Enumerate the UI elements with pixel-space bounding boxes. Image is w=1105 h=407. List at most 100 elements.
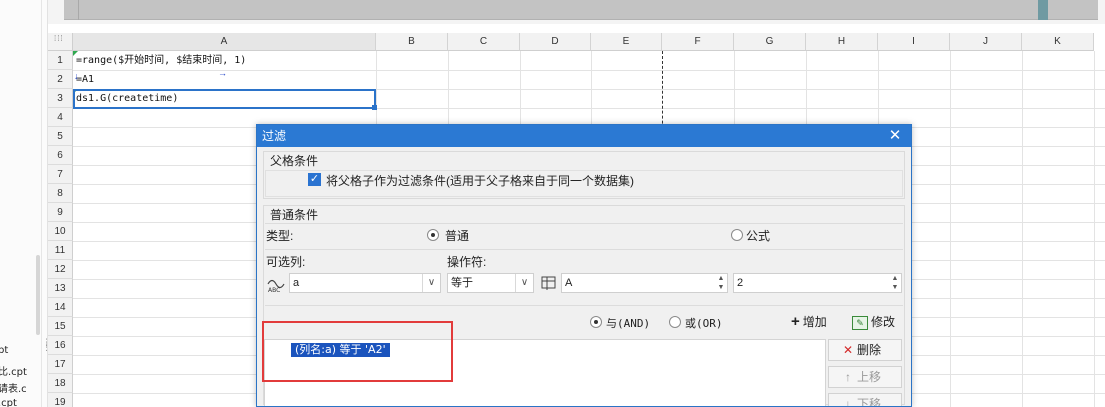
row-header[interactable]: 9 bbox=[48, 203, 73, 222]
add-button[interactable]: + 增加 bbox=[791, 311, 827, 333]
arrow-down-icon: ↓ bbox=[845, 397, 851, 407]
column-header-e[interactable]: E bbox=[591, 33, 662, 51]
expand-right-icon: → bbox=[218, 68, 227, 78]
column-header-a[interactable]: A bbox=[73, 33, 376, 51]
svg-text:ABC: ABC bbox=[268, 287, 280, 293]
expand-down-icon: ↓ bbox=[74, 71, 79, 81]
move-up-button[interactable]: ↑ 上移 bbox=[828, 366, 902, 388]
select-all-corner[interactable]: ⁞⁞⁞ bbox=[48, 33, 73, 51]
column-header-f[interactable]: F bbox=[662, 33, 734, 51]
move-down-button[interactable]: ↓ 下移 bbox=[828, 393, 902, 407]
column-header-d[interactable]: D bbox=[520, 33, 591, 51]
column-label: 可选列: bbox=[266, 255, 306, 269]
row-header[interactable]: 16 bbox=[48, 336, 73, 355]
row-header[interactable]: 18 bbox=[48, 374, 73, 393]
row-header[interactable]: 4 bbox=[48, 108, 73, 127]
editor-top-area bbox=[64, 0, 1098, 20]
dialog-title-bar[interactable]: 过滤 bbox=[257, 125, 911, 147]
type-normal-label[interactable]: 普通 bbox=[445, 227, 469, 244]
type-formula-label[interactable]: 公式 bbox=[746, 227, 770, 244]
plus-icon: + bbox=[791, 313, 800, 330]
grid-line bbox=[1022, 51, 1023, 407]
delete-button[interactable]: ✕ 删除 bbox=[828, 339, 902, 361]
column-select[interactable]: a ∨ bbox=[289, 273, 441, 293]
row-header[interactable]: 6 bbox=[48, 146, 73, 165]
row-header[interactable]: 14 bbox=[48, 298, 73, 317]
normal-condition-title: 普通条件 bbox=[270, 208, 319, 222]
spin-down-icon[interactable]: ▼ bbox=[889, 283, 901, 292]
logic-and-label[interactable]: 与(AND) bbox=[606, 315, 650, 331]
column-header-j[interactable]: J bbox=[950, 33, 1022, 51]
value-text-field[interactable]: A ▲ ▼ bbox=[561, 273, 728, 293]
close-icon[interactable]: ✕ bbox=[887, 127, 903, 145]
file-tree-item[interactable]: .cpt bbox=[0, 398, 17, 407]
type-label: 类型: bbox=[266, 229, 294, 243]
row-header[interactable]: 10 bbox=[48, 222, 73, 241]
row-header[interactable]: 13 bbox=[48, 279, 73, 298]
file-tree-item[interactable]: 请表.c bbox=[0, 380, 27, 395]
column-select-value: a bbox=[293, 277, 300, 289]
column-header-b[interactable]: B bbox=[376, 33, 448, 51]
operator-select[interactable]: 等于 ∨ bbox=[447, 273, 534, 293]
fill-handle[interactable] bbox=[372, 105, 377, 110]
parent-filter-label: 将父格子作为过滤条件(适用于父子格来自于同一个数据集) bbox=[326, 174, 634, 188]
row-header[interactable]: 1 bbox=[48, 51, 73, 70]
row-header[interactable]: 2 bbox=[48, 70, 73, 89]
logic-radio-and[interactable] bbox=[590, 316, 602, 328]
row-header[interactable]: 3 bbox=[48, 89, 73, 108]
operator-label: 操作符: bbox=[447, 255, 487, 269]
row-header[interactable]: 12 bbox=[48, 260, 73, 279]
parent-condition-group: 父格条件 ✓ 将父格子作为过滤条件(适用于父子格来自于同一个数据集) bbox=[263, 151, 905, 199]
move-down-button-label: 下移 bbox=[857, 397, 882, 407]
row-header[interactable]: 17 bbox=[48, 355, 73, 374]
row-header[interactable]: 19 bbox=[48, 393, 73, 407]
chevron-down-icon[interactable]: ∨ bbox=[515, 274, 533, 292]
add-button-label: 增加 bbox=[802, 315, 827, 329]
logic-or-label[interactable]: 或(OR) bbox=[685, 315, 723, 331]
row-header[interactable]: 11 bbox=[48, 241, 73, 260]
dialog-title: 过滤 bbox=[262, 129, 287, 143]
spin-down-icon[interactable]: ▼ bbox=[715, 283, 727, 292]
row-header[interactable]: 7 bbox=[48, 165, 73, 184]
delete-icon: ✕ bbox=[842, 343, 854, 357]
spin-up-icon[interactable]: ▲ bbox=[715, 274, 727, 283]
annotation-highlight-box bbox=[262, 321, 453, 382]
arrow-up-icon: ↑ bbox=[845, 370, 851, 384]
divider bbox=[265, 305, 903, 306]
cell-marker-icon bbox=[73, 51, 78, 56]
row-header[interactable]: 15 bbox=[48, 317, 73, 336]
divider bbox=[265, 249, 903, 250]
grid-line bbox=[950, 51, 951, 407]
logic-radio-or[interactable] bbox=[669, 316, 681, 328]
type-radio-normal[interactable] bbox=[427, 229, 439, 241]
value-number-field[interactable]: 2 ▲ ▼ bbox=[733, 273, 902, 293]
value-number-content: 2 bbox=[737, 277, 744, 289]
operator-select-value: 等于 bbox=[451, 277, 473, 289]
file-tree-item[interactable]: 比.cpt bbox=[0, 363, 27, 378]
type-radio-formula[interactable] bbox=[731, 229, 743, 241]
column-header-i[interactable]: I bbox=[878, 33, 950, 51]
grid-dots-icon: ⁞⁞⁞ bbox=[54, 34, 64, 43]
column-header-h[interactable]: H bbox=[806, 33, 878, 51]
column-header-k[interactable]: K bbox=[1022, 33, 1094, 51]
row-header[interactable]: 5 bbox=[48, 127, 73, 146]
parent-condition-title: 父格条件 bbox=[270, 154, 319, 168]
row-header[interactable]: 8 bbox=[48, 184, 73, 203]
column-header-c[interactable]: C bbox=[448, 33, 520, 51]
value-text-content: A bbox=[565, 277, 573, 289]
column-type-icon: ABC bbox=[267, 279, 285, 293]
cell-selection-a3[interactable] bbox=[73, 89, 376, 109]
cell-ref-icon[interactable] bbox=[541, 275, 557, 291]
column-header-g[interactable]: G bbox=[734, 33, 806, 51]
file-tree-scrollbar[interactable] bbox=[36, 255, 40, 335]
grid-line bbox=[1094, 51, 1095, 407]
chevron-down-icon[interactable]: ∨ bbox=[422, 274, 440, 292]
file-tree-item[interactable]: pt bbox=[0, 345, 8, 356]
move-up-button-label: 上移 bbox=[857, 370, 882, 384]
spin-up-icon[interactable]: ▲ bbox=[889, 274, 901, 283]
scroll-accent[interactable] bbox=[1038, 0, 1048, 20]
edit-icon: ✎ bbox=[852, 315, 868, 330]
modify-button[interactable]: ✎ 修改 bbox=[852, 311, 895, 333]
cell-a2[interactable]: =A1 bbox=[76, 70, 94, 89]
parent-filter-checkbox[interactable]: ✓ bbox=[308, 173, 321, 186]
